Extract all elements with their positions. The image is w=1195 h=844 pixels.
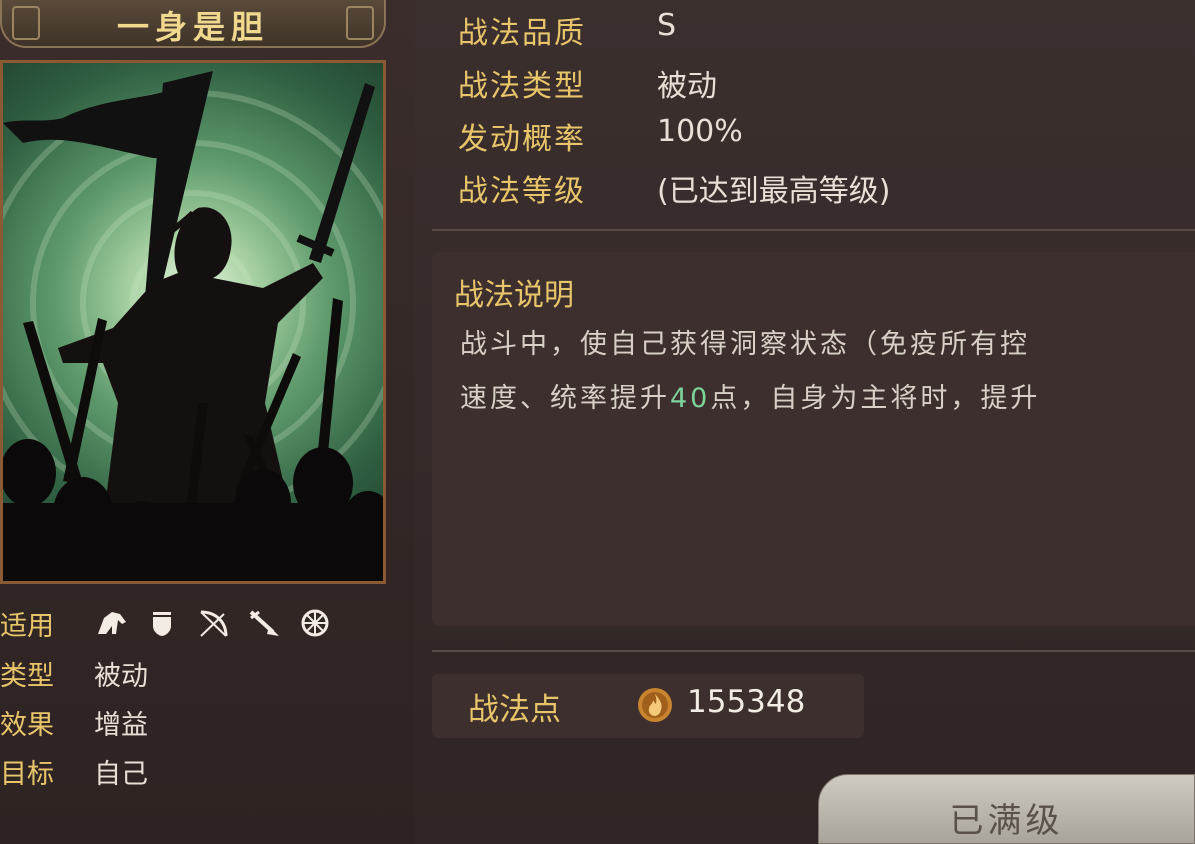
attr-value-quality: S [657, 8, 677, 43]
attr-value-probability: 100% [657, 114, 743, 149]
flame-coin-icon [636, 686, 674, 728]
info-value: 被动 [94, 661, 148, 692]
description-title: 战法说明 [454, 278, 574, 313]
description-text: 点，自身为主将时，提升 [710, 383, 1041, 414]
attr-value-type: 被动 [657, 69, 717, 104]
bow-icon [196, 608, 230, 638]
attr-label-level: 战法等级 [458, 174, 586, 209]
skill-art [0, 60, 386, 584]
shield-icon [145, 608, 179, 638]
attr-label-quality: 战法品质 [458, 16, 586, 51]
skill-points-value: 155348 [687, 684, 806, 720]
divider [432, 229, 1195, 231]
max-level-button[interactable]: 已满级 [818, 774, 1195, 844]
info-label: 类型 [0, 661, 54, 692]
skill-points-label: 战法点 [468, 692, 561, 728]
max-level-label: 已满级 [949, 801, 1064, 841]
description-line: 速度、统率提升40点，自身为主将时，提升 [460, 376, 1040, 415]
applicable-arms [94, 608, 344, 638]
description-highlight-value: 40 [670, 383, 711, 414]
warrior-silhouette-icon [3, 71, 383, 581]
info-label: 效果 [0, 710, 54, 741]
info-label: 适用 [0, 611, 54, 642]
divider [432, 650, 1195, 652]
attr-label-probability: 发动概率 [458, 122, 586, 157]
skill-name: 一身是胆 [116, 8, 269, 46]
attr-label-type: 战法类型 [458, 69, 586, 104]
info-value: 自己 [94, 759, 148, 790]
description-text: 速度、统率提升 [460, 383, 670, 414]
info-label: 目标 [0, 759, 54, 790]
spear-icon [247, 608, 281, 638]
cavalry-icon [94, 608, 128, 638]
chariot-icon [298, 608, 332, 638]
skill-title-plaque: 一身是胆 [0, 0, 386, 48]
description-line: 战斗中，使自己获得洞察状态（免疫所有控 [460, 329, 1030, 360]
attr-value-level: (已达到最高等级) [657, 174, 891, 209]
info-value: 增益 [94, 710, 148, 741]
